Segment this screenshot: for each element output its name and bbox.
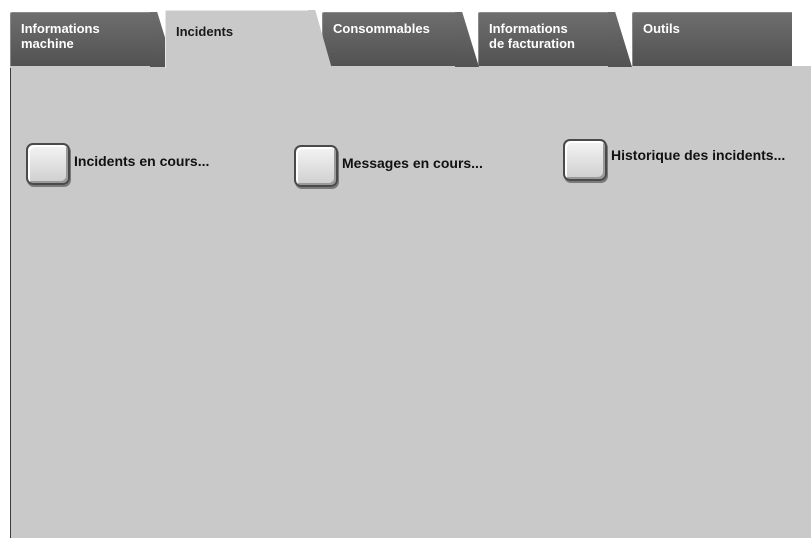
- historique-incidents-button[interactable]: Historique des incidents...: [563, 139, 785, 181]
- incidents-panel: [10, 66, 811, 538]
- tab-outils[interactable]: Outils: [632, 12, 792, 66]
- option-checkbox[interactable]: [26, 143, 70, 185]
- tab-incidents[interactable]: Incidents: [165, 10, 308, 68]
- option-label: Messages en cours...: [342, 155, 483, 171]
- tab-consommables[interactable]: Consommables: [322, 12, 455, 66]
- option-label: Historique des incidents...: [611, 147, 786, 163]
- tab-label-line2: machine: [21, 36, 74, 51]
- option-checkbox[interactable]: [294, 145, 338, 187]
- tab-label-line1: Informations: [489, 21, 568, 36]
- tab-label-line1: Informations: [21, 21, 100, 36]
- panel-divider: [10, 66, 811, 68]
- incidents-en-cours-button[interactable]: Incidents en cours...: [26, 143, 209, 185]
- tab-informations-machine[interactable]: Informations machine: [10, 12, 150, 66]
- tab-label: Outils: [643, 21, 680, 36]
- messages-en-cours-button[interactable]: Messages en cours...: [294, 145, 483, 187]
- tab-label: Incidents: [176, 24, 234, 39]
- tab-informations-facturation[interactable]: Informations de facturation: [478, 12, 608, 66]
- tab-label: Consommables: [333, 21, 430, 36]
- option-checkbox[interactable]: [563, 139, 607, 181]
- status-screen: Informations machine Incidents Consommab…: [0, 0, 811, 538]
- tab-label-line2: de facturation: [489, 36, 575, 51]
- option-label: Incidents en cours...: [74, 153, 210, 169]
